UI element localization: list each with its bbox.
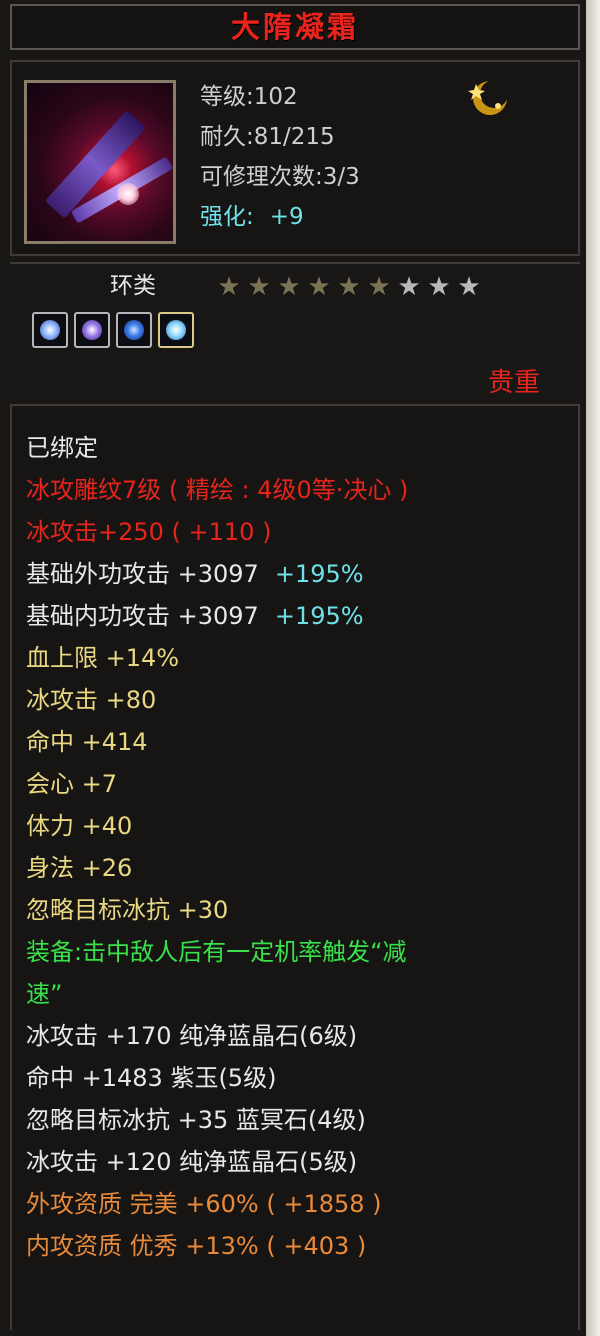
enhance-label: 强化:	[200, 204, 254, 230]
star-icon: ★	[337, 272, 361, 302]
crit: 会心 +7	[26, 770, 118, 798]
item-tooltip: 大隋凝霜 等级:102 耐久:81/215 可修理次数:3/3 强化: +9 环类…	[0, 0, 600, 1336]
int-attack-line: 基础内功攻击 +3097 +195%	[26, 598, 364, 634]
star-icon: ★	[457, 272, 481, 302]
star-icon: ★	[247, 272, 271, 302]
engrave-line: 冰攻雕纹7级 ( 精绘 : 4级0等·决心 )	[26, 476, 409, 504]
enhance-value: +9	[269, 204, 304, 230]
gem-stat-4: 冰攻击 +120 纯净蓝晶石(5级)	[26, 1148, 358, 1176]
gold-moon-icon	[468, 80, 508, 115]
stamina: 体力 +40	[26, 812, 133, 840]
star-icon: ★	[367, 272, 391, 302]
item-level: 等级:102	[200, 84, 298, 110]
int-attack: 基础内功攻击 +3097	[26, 602, 259, 630]
gem-stat-3: 忽略目标冰抗 +35 蓝冥石(4级)	[26, 1106, 366, 1134]
ignore-ice: 忽略目标冰抗 +30	[26, 896, 229, 924]
engrave-ice-attack: 冰攻击+250 ( +110 )	[26, 518, 272, 546]
ext-attack: 基础外功攻击 +3097	[26, 560, 259, 588]
agility: 身法 +26	[26, 854, 133, 882]
item-name: 大隋凝霜	[230, 10, 359, 44]
gem-slot-3[interactable]	[116, 312, 152, 348]
item-header: 等级:102 耐久:81/215 可修理次数:3/3 强化: +9	[10, 60, 580, 256]
gem-icon	[124, 320, 144, 340]
tier-section: 环类 ★ ★ ★ ★ ★ ★ ★ ★ ★ 贵重	[10, 262, 580, 404]
gem-icon	[166, 320, 186, 340]
rarity-label: 贵重	[487, 368, 540, 398]
bound-status: 已绑定	[26, 434, 98, 462]
hp-limit: 血上限 +14%	[26, 644, 180, 672]
attribute-list: 已绑定 冰攻雕纹7级 ( 精绘 : 4级0等·决心 ) 冰攻击+250 ( +1…	[10, 404, 580, 1330]
star-rating: ★ ★ ★ ★ ★ ★ ★ ★ ★	[216, 274, 482, 300]
star-icon: ★	[277, 272, 301, 302]
ext-quality: 外攻资质 完美 +60% ( +1858 )	[26, 1190, 382, 1218]
equip-effect-line-2: 速”	[26, 980, 63, 1008]
gem-icon	[82, 320, 102, 340]
title-bar: 大隋凝霜	[10, 4, 580, 50]
item-repairs: 可修理次数:3/3	[200, 164, 360, 190]
star-icon: ★	[397, 272, 421, 302]
hit: 命中 +414	[26, 728, 148, 756]
window-edge	[586, 0, 600, 1336]
gem-stat-2: 命中 +1483 紫玉(5级)	[26, 1064, 277, 1092]
item-icon	[24, 80, 176, 244]
tier-label: 环类	[110, 273, 156, 299]
glow-spot	[117, 183, 139, 205]
gem-slots	[32, 312, 194, 348]
ext-attack-pct: +195%	[274, 560, 364, 588]
gem-slot-4[interactable]	[158, 312, 194, 348]
gem-icon	[40, 320, 60, 340]
int-quality: 内攻资质 优秀 +13% ( +403 )	[26, 1232, 367, 1260]
ext-attack-line: 基础外功攻击 +3097 +195%	[26, 556, 364, 592]
gem-stat-1: 冰攻击 +170 纯净蓝晶石(6级)	[26, 1022, 358, 1050]
star-icon: ★	[307, 272, 331, 302]
gem-slot-2[interactable]	[74, 312, 110, 348]
item-enhance: 强化: +9	[200, 202, 304, 232]
item-durability: 耐久:81/215	[200, 124, 335, 150]
ice-attack: 冰攻击 +80	[26, 686, 157, 714]
star-icon: ★	[217, 272, 241, 302]
star-icon: ★	[427, 272, 451, 302]
equip-effect-line-1: 装备:击中敌人后有一定机率触发“减	[26, 938, 407, 966]
gem-slot-1[interactable]	[32, 312, 68, 348]
int-attack-pct: +195%	[274, 602, 364, 630]
